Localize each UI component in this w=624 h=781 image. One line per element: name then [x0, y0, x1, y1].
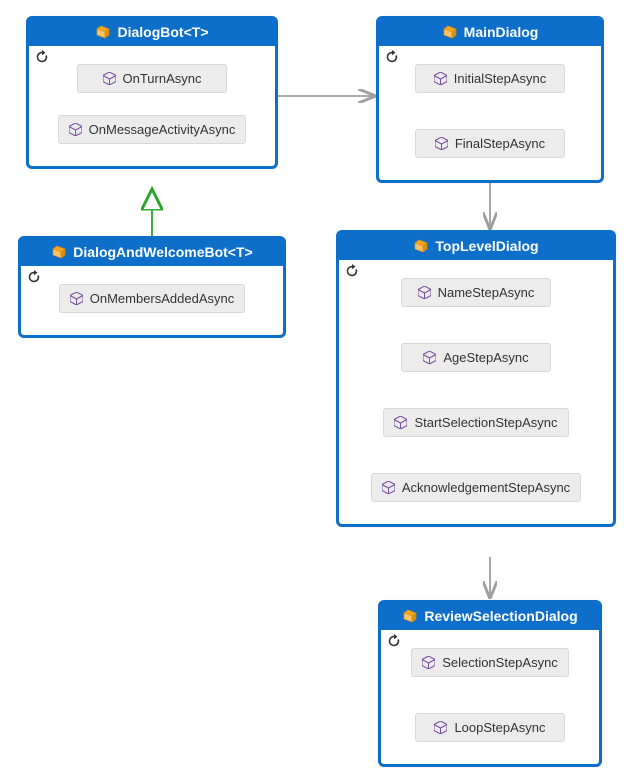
method-label: StartSelectionStepAsync: [414, 415, 557, 430]
method-icon: [394, 416, 407, 429]
method-startselectionstepasync[interactable]: StartSelectionStepAsync: [383, 408, 568, 437]
refresh-icon: [385, 50, 399, 64]
class-title: DialogBot<T>: [29, 19, 275, 46]
class-title-text: TopLevelDialog: [435, 238, 538, 254]
method-namestepasync[interactable]: NameStepAsync: [401, 278, 551, 307]
class-icon: [51, 244, 67, 260]
method-icon: [69, 123, 82, 136]
method-agestepasync[interactable]: AgeStepAsync: [401, 343, 551, 372]
method-label: OnMembersAddedAsync: [90, 291, 235, 306]
class-title: MainDialog: [379, 19, 601, 46]
class-title-text: ReviewSelectionDialog: [424, 608, 577, 624]
method-icon: [382, 481, 395, 494]
method-icon: [103, 72, 116, 85]
class-topleveldialog[interactable]: TopLevelDialog NameStepAsync AgeStepAsyn…: [336, 230, 616, 527]
method-icon: [434, 721, 447, 734]
class-title: ReviewSelectionDialog: [381, 603, 599, 630]
class-body: SelectionStepAsync LoopStepAsync: [381, 630, 599, 764]
class-title: DialogAndWelcomeBot<T>: [21, 239, 283, 266]
method-icon: [70, 292, 83, 305]
class-body: InitialStepAsync FinalStepAsync: [379, 46, 601, 180]
method-initialstepasync[interactable]: InitialStepAsync: [415, 64, 565, 93]
method-icon: [422, 656, 435, 669]
method-acknowledgementstepasync[interactable]: AcknowledgementStepAsync: [371, 473, 581, 502]
method-finalstepasync[interactable]: FinalStepAsync: [415, 129, 565, 158]
method-label: NameStepAsync: [438, 285, 535, 300]
class-title-text: DialogAndWelcomeBot<T>: [73, 244, 252, 260]
method-label: LoopStepAsync: [454, 720, 545, 735]
method-label: AcknowledgementStepAsync: [402, 480, 570, 495]
class-icon: [413, 238, 429, 254]
class-maindialog[interactable]: MainDialog InitialStepAsync FinalStepAsy…: [376, 16, 604, 183]
class-icon: [402, 608, 418, 624]
method-label: SelectionStepAsync: [442, 655, 558, 670]
class-icon: [95, 24, 111, 40]
method-onmessageactivityasync[interactable]: OnMessageActivityAsync: [58, 115, 247, 144]
method-loopstepasync[interactable]: LoopStepAsync: [415, 713, 565, 742]
method-selectionstepasync[interactable]: SelectionStepAsync: [411, 648, 569, 677]
refresh-icon: [345, 264, 359, 278]
class-title-text: MainDialog: [464, 24, 539, 40]
class-body: OnTurnAsync OnMessageActivityAsync: [29, 46, 275, 166]
method-label: OnMessageActivityAsync: [89, 122, 236, 137]
class-dialogandwelcomebot[interactable]: DialogAndWelcomeBot<T> OnMembersAddedAsy…: [18, 236, 286, 338]
refresh-icon: [27, 270, 41, 284]
method-label: OnTurnAsync: [123, 71, 202, 86]
method-icon: [423, 351, 436, 364]
method-onmembersaddedasync[interactable]: OnMembersAddedAsync: [59, 284, 246, 313]
class-reviewselectiondialog[interactable]: ReviewSelectionDialog SelectionStepAsync…: [378, 600, 602, 767]
class-body: OnMembersAddedAsync: [21, 266, 283, 335]
refresh-icon: [387, 634, 401, 648]
method-label: InitialStepAsync: [454, 71, 547, 86]
class-title-text: DialogBot<T>: [117, 24, 208, 40]
method-icon: [418, 286, 431, 299]
refresh-icon: [35, 50, 49, 64]
class-icon: [442, 24, 458, 40]
method-onturnasync[interactable]: OnTurnAsync: [77, 64, 227, 93]
method-icon: [435, 137, 448, 150]
class-body: NameStepAsync AgeStepAsync StartSelectio…: [339, 260, 613, 524]
method-label: AgeStepAsync: [443, 350, 528, 365]
diagram-canvas: DialogBot<T> OnTurnAsync OnMessageActivi…: [0, 0, 624, 781]
class-title: TopLevelDialog: [339, 233, 613, 260]
method-icon: [434, 72, 447, 85]
method-label: FinalStepAsync: [455, 136, 545, 151]
class-dialogbot[interactable]: DialogBot<T> OnTurnAsync OnMessageActivi…: [26, 16, 278, 169]
